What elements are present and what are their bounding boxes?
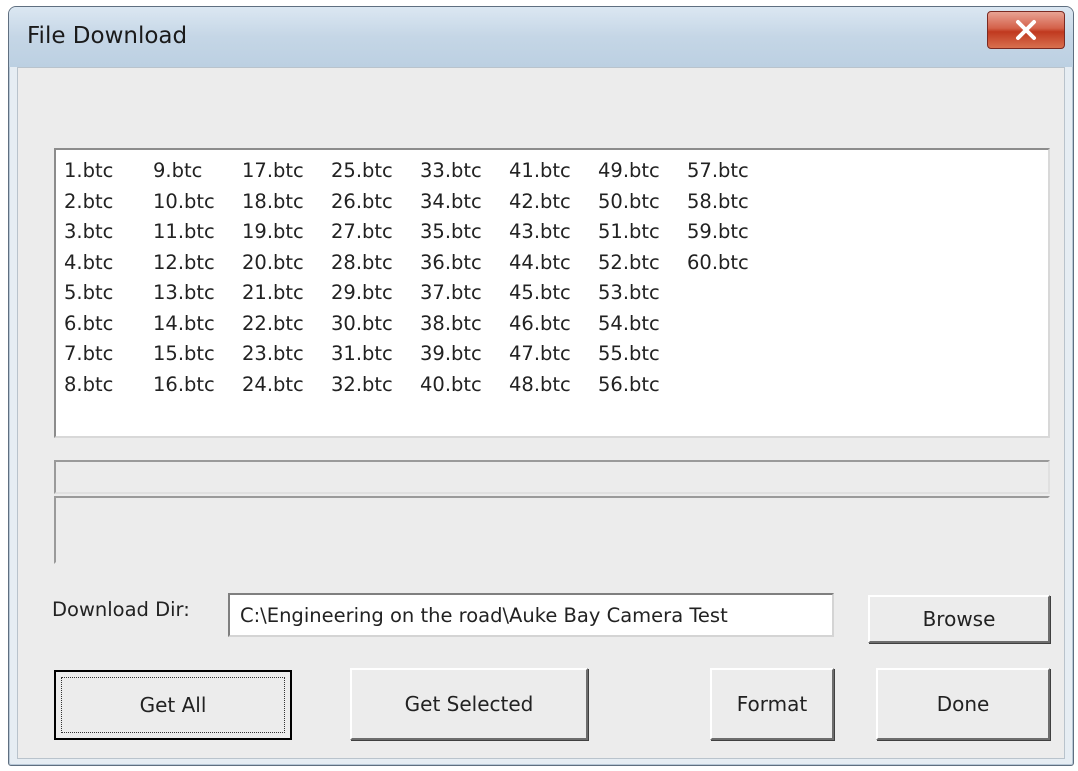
file-list-item[interactable]: 49.btc bbox=[598, 156, 687, 187]
file-list-item[interactable]: 11.btc bbox=[153, 217, 242, 248]
file-list-item[interactable]: 29.btc bbox=[331, 278, 420, 309]
file-list-item[interactable]: 18.btc bbox=[242, 187, 331, 218]
file-list-item[interactable]: 44.btc bbox=[509, 248, 598, 279]
file-list-item[interactable]: 21.btc bbox=[242, 278, 331, 309]
download-dir-input[interactable] bbox=[228, 593, 834, 637]
status-area bbox=[54, 496, 1050, 564]
file-list-item[interactable]: 59.btc bbox=[687, 217, 776, 248]
file-list-item[interactable]: 16.btc bbox=[153, 370, 242, 401]
file-list-item[interactable]: 20.btc bbox=[242, 248, 331, 279]
file-list-item[interactable]: 55.btc bbox=[598, 339, 687, 370]
file-download-dialog: File Download 1.btc 2.btc 3.btc 4.btc 5.btc 6… bbox=[8, 6, 1074, 766]
file-list-item[interactable]: 38.btc bbox=[420, 309, 509, 340]
window-title: File Download bbox=[27, 23, 188, 49]
file-list-item[interactable]: 60.btc bbox=[687, 248, 776, 279]
file-list-item[interactable]: 39.btc bbox=[420, 339, 509, 370]
file-list-item[interactable]: 54.btc bbox=[598, 309, 687, 340]
file-list-item[interactable]: 28.btc bbox=[331, 248, 420, 279]
file-list-item[interactable]: 33.btc bbox=[420, 156, 509, 187]
file-list-item[interactable]: 22.btc bbox=[242, 309, 331, 340]
file-list-item[interactable]: 46.btc bbox=[509, 309, 598, 340]
file-list-item[interactable]: 53.btc bbox=[598, 278, 687, 309]
dialog-body: 1.btc 2.btc 3.btc 4.btc 5.btc 6.btc 7.btc 8.btc… bbox=[17, 67, 1065, 759]
file-list-item[interactable]: 43.btc bbox=[509, 217, 598, 248]
download-dir-label: Download Dir: bbox=[52, 598, 190, 621]
title-bar[interactable]: File Download bbox=[9, 7, 1073, 67]
file-list-item[interactable]: 45.btc bbox=[509, 278, 598, 309]
file-list-item[interactable]: 10.btc bbox=[153, 187, 242, 218]
file-list-item[interactable]: 58.btc bbox=[687, 187, 776, 218]
file-list-item[interactable]: 23.btc bbox=[242, 339, 331, 370]
file-list-item[interactable]: 34.btc bbox=[420, 187, 509, 218]
file-list-grid: 1.btc 2.btc 3.btc 4.btc 5.btc 6.btc 7.btc 8.btc… bbox=[64, 156, 776, 400]
browse-button[interactable]: Browse bbox=[868, 595, 1050, 643]
file-list-item[interactable]: 56.btc bbox=[598, 370, 687, 401]
file-list-item[interactable]: 14.btc bbox=[153, 309, 242, 340]
get-all-button[interactable]: Get All bbox=[54, 670, 292, 740]
file-list-item[interactable]: 27.btc bbox=[331, 217, 420, 248]
file-list-item[interactable]: 50.btc bbox=[598, 187, 687, 218]
file-list-item[interactable]: 37.btc bbox=[420, 278, 509, 309]
format-button[interactable]: Format bbox=[710, 668, 834, 740]
file-list-item[interactable]: 15.btc bbox=[153, 339, 242, 370]
file-list-item[interactable]: 19.btc bbox=[242, 217, 331, 248]
file-list-item[interactable]: 36.btc bbox=[420, 248, 509, 279]
file-list-item[interactable]: 8.btc bbox=[64, 370, 153, 401]
file-list-item[interactable]: 24.btc bbox=[242, 370, 331, 401]
file-list-item[interactable]: 32.btc bbox=[331, 370, 420, 401]
close-icon bbox=[1016, 20, 1036, 40]
file-list-item[interactable]: 17.btc bbox=[242, 156, 331, 187]
file-list-item[interactable]: 1.btc bbox=[64, 156, 153, 187]
file-list-item[interactable]: 26.btc bbox=[331, 187, 420, 218]
close-button[interactable] bbox=[987, 11, 1065, 49]
file-list-item[interactable]: 35.btc bbox=[420, 217, 509, 248]
file-list-item[interactable]: 13.btc bbox=[153, 278, 242, 309]
file-list-item[interactable]: 12.btc bbox=[153, 248, 242, 279]
file-list-item[interactable]: 30.btc bbox=[331, 309, 420, 340]
file-list-item[interactable]: 48.btc bbox=[509, 370, 598, 401]
file-list-item[interactable]: 4.btc bbox=[64, 248, 153, 279]
file-list-item[interactable]: 25.btc bbox=[331, 156, 420, 187]
file-list-item[interactable]: 40.btc bbox=[420, 370, 509, 401]
progress-bar bbox=[54, 460, 1050, 494]
file-list-item[interactable]: 47.btc bbox=[509, 339, 598, 370]
file-list-item[interactable]: 5.btc bbox=[64, 278, 153, 309]
get-selected-button[interactable]: Get Selected bbox=[350, 668, 588, 740]
file-list-item[interactable]: 57.btc bbox=[687, 156, 776, 187]
done-button[interactable]: Done bbox=[876, 668, 1050, 740]
file-list-item[interactable]: 41.btc bbox=[509, 156, 598, 187]
file-list-item[interactable]: 52.btc bbox=[598, 248, 687, 279]
file-list-item[interactable]: 9.btc bbox=[153, 156, 242, 187]
file-list-item[interactable]: 42.btc bbox=[509, 187, 598, 218]
focus-rectangle bbox=[61, 677, 285, 733]
file-list-item[interactable]: 2.btc bbox=[64, 187, 153, 218]
file-list-item[interactable]: 3.btc bbox=[64, 217, 153, 248]
file-list-item[interactable]: 31.btc bbox=[331, 339, 420, 370]
file-list[interactable]: 1.btc 2.btc 3.btc 4.btc 5.btc 6.btc 7.btc 8.btc… bbox=[54, 148, 1050, 438]
file-list-item[interactable]: 7.btc bbox=[64, 339, 153, 370]
file-list-item[interactable]: 51.btc bbox=[598, 217, 687, 248]
file-list-item[interactable]: 6.btc bbox=[64, 309, 153, 340]
